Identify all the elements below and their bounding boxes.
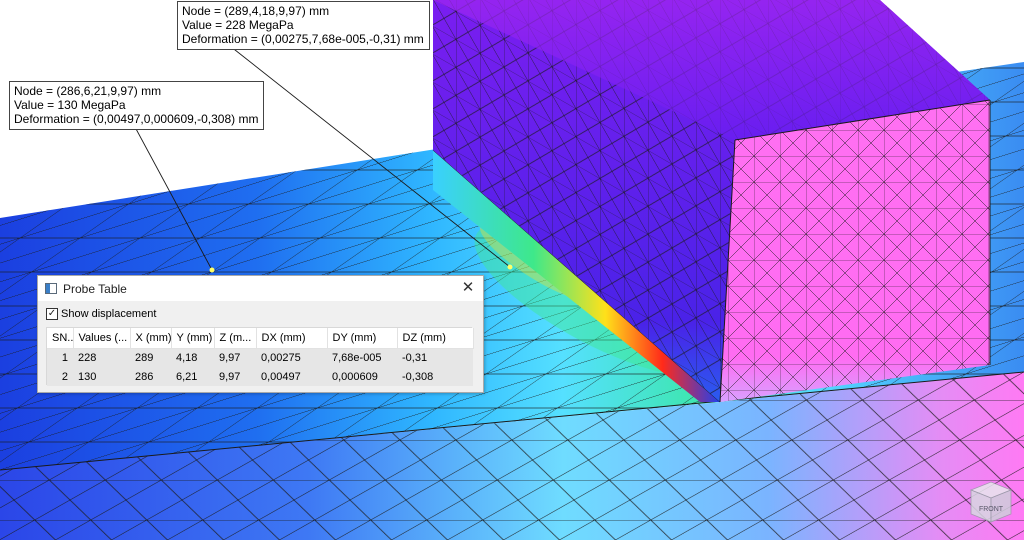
- show-displacement-checkbox[interactable]: ✓: [46, 308, 58, 320]
- probe-point-2: [209, 267, 215, 273]
- cell-dy: 0,000609: [327, 367, 397, 386]
- cell-dy: 7,68e-005: [327, 348, 397, 367]
- table-header-row: SN... Values (... X (mm) Y (mm) Z (m... …: [47, 328, 474, 349]
- cell-x: 289: [130, 348, 171, 367]
- view-cube-label: FRONT: [979, 506, 1004, 513]
- cell-sn: 2: [47, 367, 73, 386]
- column-header-dy[interactable]: DY (mm): [327, 328, 398, 349]
- probe-results-table: SN... Values (... X (mm) Y (mm) Z (m... …: [47, 328, 474, 386]
- cell-z: 9,97: [214, 367, 256, 386]
- window-icon: [45, 283, 57, 294]
- probe-point-1: [507, 264, 513, 270]
- probe-table-window[interactable]: Probe Table ✕ ✓ Show displacement SN... …: [37, 275, 484, 393]
- column-header-sn[interactable]: SN...: [47, 328, 74, 349]
- column-header-dz[interactable]: DZ (mm): [397, 328, 474, 349]
- callout-value-text: Value = 228 MegaPa: [182, 18, 294, 32]
- column-header-y[interactable]: Y (mm): [171, 328, 215, 349]
- show-displacement-label[interactable]: Show displacement: [61, 308, 156, 320]
- callout-node-text: Node = (286,6,21,9,97) mm: [14, 84, 162, 98]
- table-row[interactable]: 2 130 286 6,21 9,97 0,00497 0,000609 -0,…: [47, 367, 473, 386]
- probe-callout-2: Node = (286,6,21,9,97) mm Value = 130 Me…: [9, 81, 265, 130]
- column-header-values[interactable]: Values (...: [73, 328, 131, 349]
- table-row[interactable]: 1 228 289 4,18 9,97 0,00275 7,68e-005 -0…: [47, 348, 473, 367]
- callout-node-text: Node = (289,4,18,9,97) mm: [182, 4, 330, 18]
- cell-y: 4,18: [171, 348, 214, 367]
- cell-dz: -0,31: [397, 348, 473, 367]
- column-header-z[interactable]: Z (m...: [214, 328, 257, 349]
- cell-dz: -0,308: [397, 367, 473, 386]
- callout-value-text: Value = 130 MegaPa: [14, 98, 126, 112]
- view-cube-icon[interactable]: FRONT: [965, 478, 1015, 526]
- cell-value: 130: [73, 367, 130, 386]
- cell-value: 228: [73, 348, 130, 367]
- probe-table-title: Probe Table: [63, 281, 127, 296]
- show-displacement-row[interactable]: ✓ Show displacement: [46, 307, 156, 321]
- cell-x: 286: [130, 367, 171, 386]
- callout-deformation-text: Deformation = (0,00497,0,000609,-0,308) …: [14, 112, 259, 126]
- probe-results-grid[interactable]: SN... Values (... X (mm) Y (mm) Z (m... …: [46, 327, 474, 386]
- cell-dx: 0,00497: [256, 367, 327, 386]
- column-header-x[interactable]: X (mm): [130, 328, 172, 349]
- cell-dx: 0,00275: [256, 348, 327, 367]
- column-header-dx[interactable]: DX (mm): [256, 328, 328, 349]
- close-button[interactable]: ✕: [457, 278, 479, 298]
- probe-table-titlebar[interactable]: Probe Table ✕: [38, 276, 483, 301]
- cell-z: 9,97: [214, 348, 256, 367]
- probe-callout-1: Node = (289,4,18,9,97) mm Value = 228 Me…: [177, 1, 430, 50]
- cell-y: 6,21: [171, 367, 214, 386]
- cell-sn: 1: [47, 348, 73, 367]
- callout-deformation-text: Deformation = (0,00275,7,68e-005,-0,31) …: [182, 32, 424, 46]
